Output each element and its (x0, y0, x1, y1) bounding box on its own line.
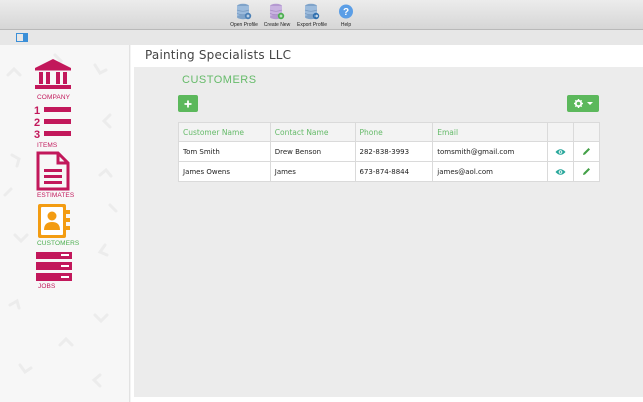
toolbar: Open Profile Create New Export Profile ?… (0, 0, 643, 30)
contact-book-icon (38, 204, 70, 238)
svg-text:1: 1 (34, 105, 40, 117)
database-export-icon (304, 3, 320, 20)
cell-contact-name: Drew Benson (269, 141, 356, 162)
help-button[interactable]: ? Help (326, 3, 366, 28)
svg-text:2: 2 (34, 117, 40, 129)
gear-icon (574, 99, 583, 108)
sidebar-item-items[interactable]: 1 2 3 (33, 104, 93, 140)
svg-text:3: 3 (34, 129, 40, 140)
table-header-row: Customer Name Contact Name Phone Email (178, 122, 600, 142)
column-header-contact-name[interactable]: Contact Name (269, 122, 356, 142)
cell-contact-name: James (269, 161, 356, 182)
sidebar-item-items-label: ITEMS (37, 142, 58, 149)
sidebar-item-estimates[interactable] (36, 151, 96, 191)
numbered-list-icon: 1 2 3 (34, 105, 71, 140)
cell-email: tomsmith@gmail.com (432, 141, 549, 162)
column-header-phone[interactable]: Phone (354, 122, 434, 142)
eye-icon[interactable] (555, 168, 566, 176)
cell-customer-name: Tom Smith (178, 141, 271, 162)
secondary-bar (0, 30, 643, 45)
table-row: Tom Smith Drew Benson 282-838-3993 tomsm… (178, 141, 600, 162)
help-icon: ? (339, 4, 353, 19)
database-open-icon (236, 3, 252, 20)
section-title: CUSTOMERS (182, 74, 257, 86)
pencil-icon[interactable] (582, 167, 591, 176)
sidebar-toggle-icon[interactable] (16, 33, 28, 42)
sidebar-item-jobs[interactable] (35, 251, 95, 283)
customers-table: Customer Name Contact Name Phone Email T… (178, 122, 600, 182)
edit-cell (573, 141, 600, 162)
customers-panel: CUSTOMERS Customer Name Contact Name Pho… (134, 67, 643, 397)
column-header-customer-name[interactable]: Customer Name (178, 122, 271, 142)
plus-icon (184, 100, 192, 107)
sidebar-item-estimates-label: ESTIMATES (37, 192, 75, 199)
edit-cell (573, 161, 600, 182)
sidebar-item-customers-label: CUSTOMERS (37, 240, 80, 247)
svg-text:?: ? (343, 7, 349, 18)
sidebar-item-company[interactable] (33, 57, 93, 91)
settings-dropdown-button[interactable] (567, 95, 599, 112)
sidebar-item-jobs-label: JOBS (38, 283, 56, 290)
sidebar-item-customers[interactable] (36, 203, 96, 239)
sidebar: COMPANY 1 2 3 ITEMS ESTIMATES CUSTOMERS … (0, 45, 130, 402)
chevron-down-icon (587, 102, 593, 105)
bank-icon (35, 59, 71, 89)
company-name: Painting Specialists LLC (145, 48, 292, 62)
cell-phone: 673-874-8844 (354, 161, 434, 182)
column-header-edit (573, 122, 600, 142)
cell-phone: 282-838-3993 (354, 141, 434, 162)
create-new-label: Create New (263, 22, 291, 28)
stack-icon (36, 252, 72, 281)
help-label: Help (340, 22, 352, 28)
cell-email: james@aol.com (432, 161, 549, 182)
eye-icon[interactable] (555, 148, 566, 156)
view-cell (547, 141, 575, 162)
add-customer-button[interactable] (178, 95, 198, 112)
main-content: Painting Specialists LLC CUSTOMERS Custo… (131, 45, 643, 402)
cell-customer-name: James Owens (178, 161, 271, 182)
view-cell (547, 161, 575, 182)
document-icon (36, 151, 70, 191)
column-header-view (547, 122, 575, 142)
database-add-icon (269, 3, 285, 20)
pencil-icon[interactable] (582, 147, 591, 156)
create-new-button[interactable]: Create New (257, 3, 297, 28)
table-row: James Owens James 673-874-8844 james@aol… (178, 161, 600, 182)
sidebar-item-company-label: COMPANY (37, 94, 71, 101)
column-header-email[interactable]: Email (432, 122, 549, 142)
